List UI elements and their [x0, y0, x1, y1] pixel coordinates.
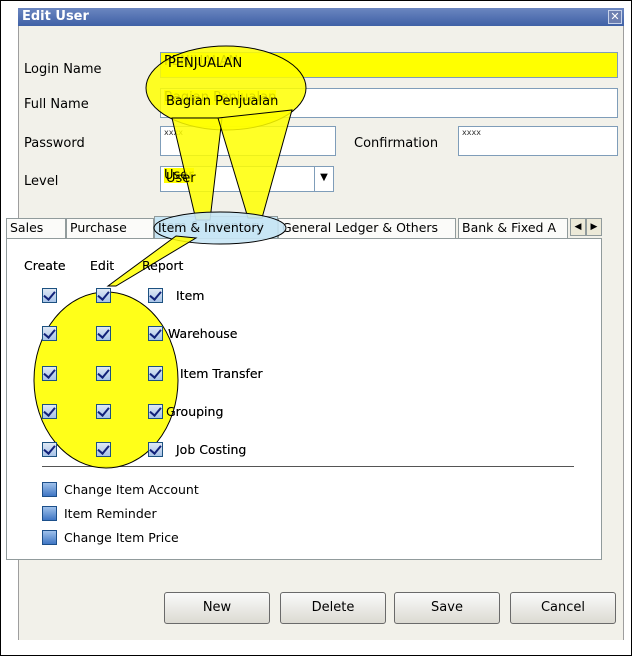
login-name-label: Login Name: [24, 62, 102, 77]
edit-checkbox-overlay[interactable]: [96, 288, 111, 303]
report-checkbox-overlay[interactable]: [148, 404, 163, 419]
tab-sales[interactable]: Sales: [6, 218, 66, 238]
close-icon[interactable]: ✕: [608, 10, 622, 24]
create-checkbox-overlay[interactable]: [42, 404, 57, 419]
report-checkbox-overlay[interactable]: [148, 288, 163, 303]
tab-scroll-left-icon[interactable]: ◀: [570, 218, 586, 236]
change-item-price-label: Change Item Price: [64, 530, 179, 545]
report-checkbox-overlay[interactable]: [148, 326, 163, 341]
full-name-label: Full Name: [24, 97, 89, 112]
edit-checkbox-overlay[interactable]: [96, 326, 111, 341]
tab-scroll-right-icon[interactable]: ▶: [586, 218, 602, 236]
chevron-down-icon[interactable]: ▼: [314, 167, 333, 191]
permission-label-job-costing-overlay: Job Costing: [176, 442, 247, 457]
change-item-price-checkbox[interactable]: [42, 530, 57, 545]
permission-label-grouping-overlay: Grouping: [166, 404, 224, 419]
confirmation-label: Confirmation: [354, 136, 439, 151]
login-name-overlay-value: PENJUALAN: [168, 56, 243, 71]
window-titlebar: Edit User ✕: [18, 8, 624, 26]
save-button[interactable]: Save: [394, 592, 500, 624]
tab-general-ledger[interactable]: General Ledger & Others: [278, 218, 456, 238]
section-divider: [42, 466, 574, 467]
edit-checkbox-overlay[interactable]: [96, 442, 111, 457]
permission-label-item-overlay: Item: [176, 288, 205, 303]
window-title: Edit User: [22, 9, 89, 24]
create-checkbox-overlay[interactable]: [42, 366, 57, 381]
change-item-account-checkbox[interactable]: [42, 482, 57, 497]
confirmation-field[interactable]: xxxx: [458, 126, 618, 156]
edit-checkbox-overlay[interactable]: [96, 366, 111, 381]
column-create-overlay: Create: [24, 258, 66, 273]
edit-checkbox-overlay[interactable]: [96, 404, 111, 419]
column-report-overlay: Report: [142, 258, 184, 273]
level-overlay-value: User: [166, 171, 196, 186]
cancel-button[interactable]: Cancel: [510, 592, 616, 624]
report-checkbox-overlay[interactable]: [148, 442, 163, 457]
create-checkbox-overlay[interactable]: [42, 288, 57, 303]
password-label: Password: [24, 136, 85, 151]
level-label: Level: [24, 174, 59, 189]
change-item-account-label: Change Item Account: [64, 482, 199, 497]
tab-bank-fixed[interactable]: Bank & Fixed A: [458, 218, 568, 238]
new-button[interactable]: New: [164, 592, 270, 624]
item-reminder-label: Item Reminder: [64, 506, 157, 521]
create-checkbox-overlay[interactable]: [42, 442, 57, 457]
tab-strip: Sales Purchase Item & Inventory General …: [6, 216, 602, 239]
permission-label-warehouse-overlay: Warehouse: [168, 326, 238, 341]
password-field[interactable]: xxxx: [160, 126, 336, 156]
full-name-overlay-value: Bagian Penjualan: [166, 94, 279, 109]
tab-item-inventory-overlay-label: Item & Inventory: [158, 220, 264, 235]
item-reminder-checkbox[interactable]: [42, 506, 57, 521]
column-edit-overlay: Edit: [90, 258, 115, 273]
permission-label-item-transfer-overlay: Item Transfer: [180, 366, 263, 381]
tab-purchase[interactable]: Purchase: [66, 218, 154, 238]
delete-button[interactable]: Delete: [280, 592, 386, 624]
create-checkbox-overlay[interactable]: [42, 326, 57, 341]
report-checkbox-overlay[interactable]: [148, 366, 163, 381]
